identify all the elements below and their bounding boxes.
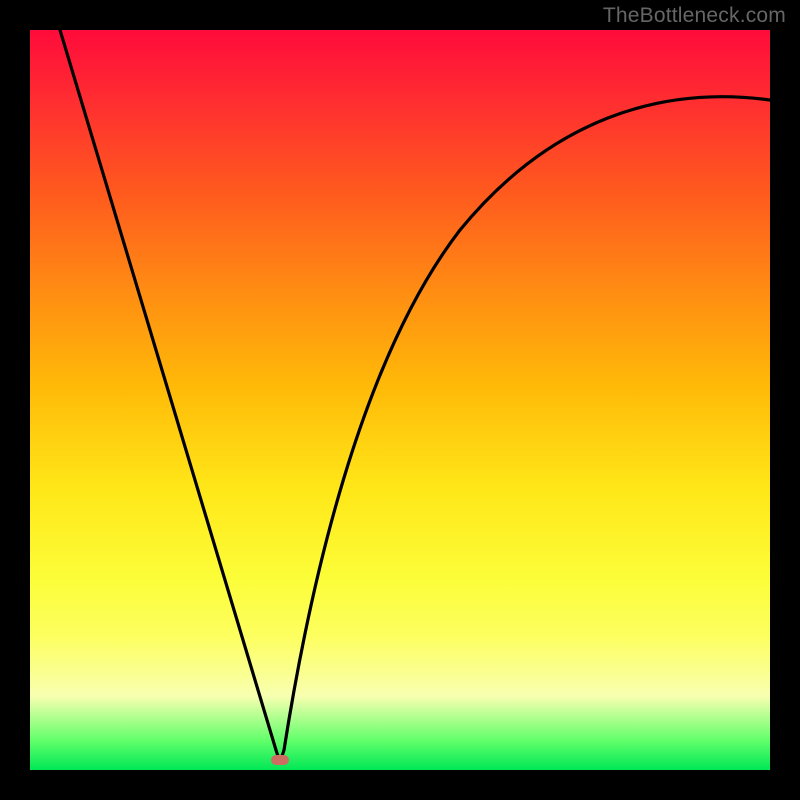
- optimal-point-marker: [271, 755, 289, 765]
- watermark-label: TheBottleneck.com: [603, 4, 786, 28]
- chart-plot-area: [30, 30, 770, 770]
- curve-path: [60, 30, 770, 758]
- bottleneck-curve: [30, 30, 770, 770]
